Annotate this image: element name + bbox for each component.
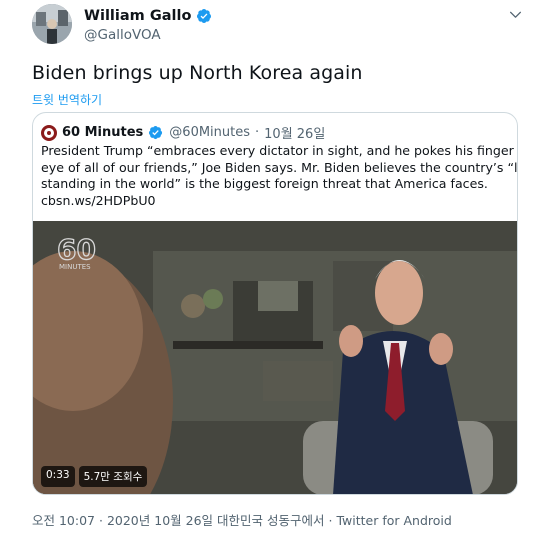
tweet-source-app[interactable]: Twitter for Android [336,513,451,528]
60-minutes-logo-icon [41,124,57,141]
author-avatar[interactable] [32,4,72,44]
video-player[interactable]: 60 MINUTES 0:33 5.7만 조회수 [33,221,517,494]
author-handle[interactable]: @GalloVOA [84,27,161,43]
tweet-date[interactable]: 2020년 10월 26일 [107,513,213,528]
video-duration: 0:33 [41,466,75,487]
author-name-row[interactable]: William Gallo [84,8,212,24]
video-frame: 60 MINUTES [33,221,517,494]
verified-badge-icon [196,8,212,24]
tweet-location[interactable]: 대한민국 성동구에서 [217,513,324,528]
quoted-link[interactable]: cbsn.ws/2HDPbU0 [41,193,511,210]
author-display-name[interactable]: William Gallo [84,8,191,24]
more-options-chevron-down-icon[interactable] [509,8,522,24]
quoted-tweet-header: 60 Minutes @60Minutes · 10월 26일 [41,123,325,142]
video-info: 0:33 5.7만 조회수 [41,466,148,487]
translate-tweet-link[interactable]: 트윗 번역하기 [32,91,102,108]
footer-separator: · [328,513,333,528]
quoted-tweet-text: President Trump “embraces every dictator… [41,143,518,210]
footer-separator: · [98,513,103,528]
tweet-footer: 오전 10:07 · 2020년 10월 26일 대한민국 성동구에서 · Tw… [32,510,452,529]
quoted-date[interactable]: 10월 26일 [264,123,325,142]
quoted-handle[interactable]: @60Minutes [169,125,250,140]
tweet-text: Biden brings up North Korea again [32,62,363,84]
60-minutes-watermark: 60 [57,233,96,266]
60-minutes-watermark-sub: MINUTES [59,263,91,271]
video-view-count: 5.7만 조회수 [78,466,148,487]
quoted-separator: · [255,125,260,140]
tweet-time[interactable]: 오전 10:07 [32,513,95,528]
quoted-text-line: President Trump “embraces every dictator… [41,143,518,158]
quoted-text-line: eye of all of our friends,” Joe Biden sa… [41,159,518,175]
quoted-tweet-card[interactable]: 60 Minutes @60Minutes · 10월 26일 Presiden… [32,112,518,495]
quoted-text-line: standing in the world” is the biggest fo… [41,176,488,191]
user-avatar-image [32,4,72,44]
verified-badge-icon [148,125,164,141]
quoted-display-name[interactable]: 60 Minutes [62,125,143,140]
